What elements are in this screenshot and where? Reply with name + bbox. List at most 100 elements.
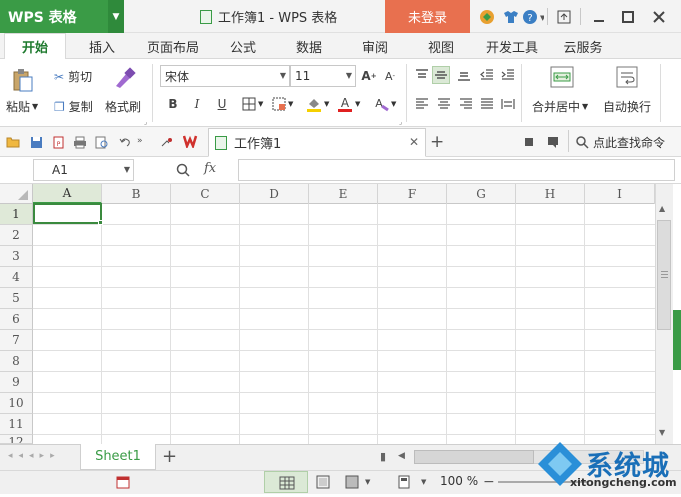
format-painter-icon[interactable] [112, 66, 136, 93]
tool-icon[interactable] [520, 133, 538, 151]
sheet-nav-arrows[interactable]: ◂◂◂▸▸ [8, 451, 61, 461]
merge-dropdown-icon[interactable]: ▼ [582, 102, 588, 111]
increase-indent-icon[interactable] [499, 66, 517, 84]
format-painter-button[interactable]: 格式刷 [105, 98, 141, 115]
calendar-icon[interactable] [114, 473, 132, 491]
bold-button[interactable]: B [164, 95, 182, 113]
borders-dropdown-icon[interactable]: ▼ [258, 100, 263, 108]
underline-button[interactable]: U [213, 95, 231, 113]
italic-button[interactable]: I [188, 95, 206, 113]
font-launcher-icon[interactable]: ⌟ [399, 118, 402, 126]
horizontal-scroll-thumb[interactable] [414, 450, 534, 464]
help-icon[interactable]: ? ▼ [518, 0, 548, 33]
maximize-icon[interactable] [613, 0, 643, 33]
tab-home[interactable]: 开始 [4, 33, 66, 59]
fill-color-dropdown-icon[interactable]: ▼ [324, 100, 329, 108]
paste-dropdown-icon[interactable]: ▼ [32, 102, 38, 111]
cell-style-dropdown-icon[interactable]: ▼ [288, 100, 293, 108]
paste-button[interactable]: 粘贴 ▼ [6, 98, 38, 115]
more-commands-icon[interactable]: » [137, 136, 143, 146]
side-panel-toggle[interactable] [673, 310, 681, 370]
row-header[interactable]: 1 [0, 204, 33, 225]
align-center-icon[interactable] [435, 95, 453, 113]
eye-protection-icon[interactable] [395, 473, 413, 491]
active-cell[interactable] [33, 203, 102, 224]
add-sheet-button[interactable]: + [162, 446, 177, 467]
open-folder-icon[interactable] [4, 133, 22, 151]
vertical-scroll-thumb[interactable] [657, 220, 671, 330]
decrease-font-icon[interactable]: A- [381, 67, 399, 85]
tab-insert[interactable]: 插入 [72, 33, 132, 59]
column-header[interactable]: I [585, 184, 655, 204]
align-left-icon[interactable] [413, 95, 431, 113]
zoom-level[interactable]: 100 % [440, 474, 478, 488]
column-header[interactable]: G [447, 184, 516, 204]
formula-input[interactable] [238, 159, 675, 181]
column-header[interactable]: D [240, 184, 309, 204]
insert-function-button[interactable]: fx [204, 161, 216, 176]
export-pdf-icon[interactable]: P [49, 133, 67, 151]
row-header[interactable]: 6 [0, 309, 33, 330]
clear-format-icon[interactable]: A [372, 95, 390, 113]
save-icon[interactable] [27, 133, 45, 151]
app-menu-button[interactable]: WPS 表格 ▼ [0, 0, 124, 33]
row-header[interactable]: 3 [0, 246, 33, 267]
row-header[interactable]: 9 [0, 372, 33, 393]
print-icon[interactable] [71, 133, 89, 151]
eye-dropdown-icon[interactable]: ▼ [421, 478, 426, 486]
wrap-text-button[interactable]: 自动换行 [603, 98, 651, 115]
row-header[interactable]: 8 [0, 351, 33, 372]
align-top-icon[interactable] [413, 66, 431, 84]
scroll-up-icon[interactable]: ▲ [659, 204, 665, 213]
new-tab-icon[interactable]: + [430, 132, 444, 152]
align-right-icon[interactable] [457, 95, 475, 113]
cell-style-icon[interactable] [270, 95, 288, 113]
row-header[interactable]: 7 [0, 330, 33, 351]
tab-page-layout[interactable]: 页面布局 [138, 33, 208, 59]
merge-center-icon[interactable] [550, 66, 574, 91]
column-header[interactable]: F [378, 184, 447, 204]
column-header[interactable]: C [171, 184, 240, 204]
document-tab[interactable]: 工作簿1 ✕ [208, 128, 426, 157]
justify-icon[interactable] [478, 95, 496, 113]
copy-button[interactable]: ❐ 复制 [54, 98, 93, 115]
app-menu-dropdown-icon[interactable]: ▼ [108, 0, 124, 33]
borders-icon[interactable] [240, 95, 258, 113]
zoom-formula-icon[interactable] [174, 161, 192, 179]
tab-data[interactable]: 数据 [282, 33, 336, 59]
font-color-dropdown-icon[interactable]: ▼ [355, 100, 360, 108]
view-dropdown-icon[interactable]: ▼ [365, 478, 370, 486]
wps-logo-icon[interactable] [183, 132, 201, 150]
clipboard-launcher-icon[interactable]: ⌟ [144, 118, 147, 126]
close-icon[interactable] [644, 0, 674, 33]
row-header[interactable]: 11 [0, 414, 33, 435]
login-button[interactable]: 未登录 [385, 0, 470, 33]
page-break-view-icon[interactable] [343, 473, 361, 491]
row-header[interactable]: 10 [0, 393, 33, 414]
column-header[interactable]: E [309, 184, 378, 204]
row-header[interactable]: 4 [0, 267, 33, 288]
undo-icon[interactable] [116, 133, 134, 151]
tab-view[interactable]: 视图 [414, 33, 468, 59]
comment-icon[interactable] [544, 133, 562, 151]
column-header[interactable]: B [102, 184, 171, 204]
tab-developer[interactable]: 开发工具 [478, 33, 546, 59]
paste-icon[interactable] [12, 68, 34, 95]
row-header[interactable]: 2 [0, 225, 33, 246]
column-header[interactable]: H [516, 184, 585, 204]
command-search[interactable]: 点此查找命令 [576, 134, 665, 151]
normal-view-button[interactable] [264, 471, 308, 493]
tab-cloud-service[interactable]: 云服务 [554, 33, 612, 59]
name-box[interactable]: A1 ▼ [33, 159, 134, 181]
font-color-icon[interactable]: A [336, 95, 354, 113]
font-size-select[interactable]: 11 ▼ [290, 65, 356, 87]
page-layout-view-icon[interactable] [314, 473, 332, 491]
wrap-text-icon[interactable] [616, 66, 638, 91]
tab-formulas[interactable]: 公式 [216, 33, 270, 59]
merge-center-button[interactable]: 合并居中 ▼ [532, 98, 588, 115]
restore-ribbon-icon[interactable] [549, 0, 579, 33]
minimize-icon[interactable] [584, 0, 614, 33]
clear-format-dropdown-icon[interactable]: ▼ [391, 100, 396, 108]
scroll-left-icon[interactable]: ◀ [398, 451, 405, 461]
fill-color-icon[interactable] [305, 95, 323, 113]
